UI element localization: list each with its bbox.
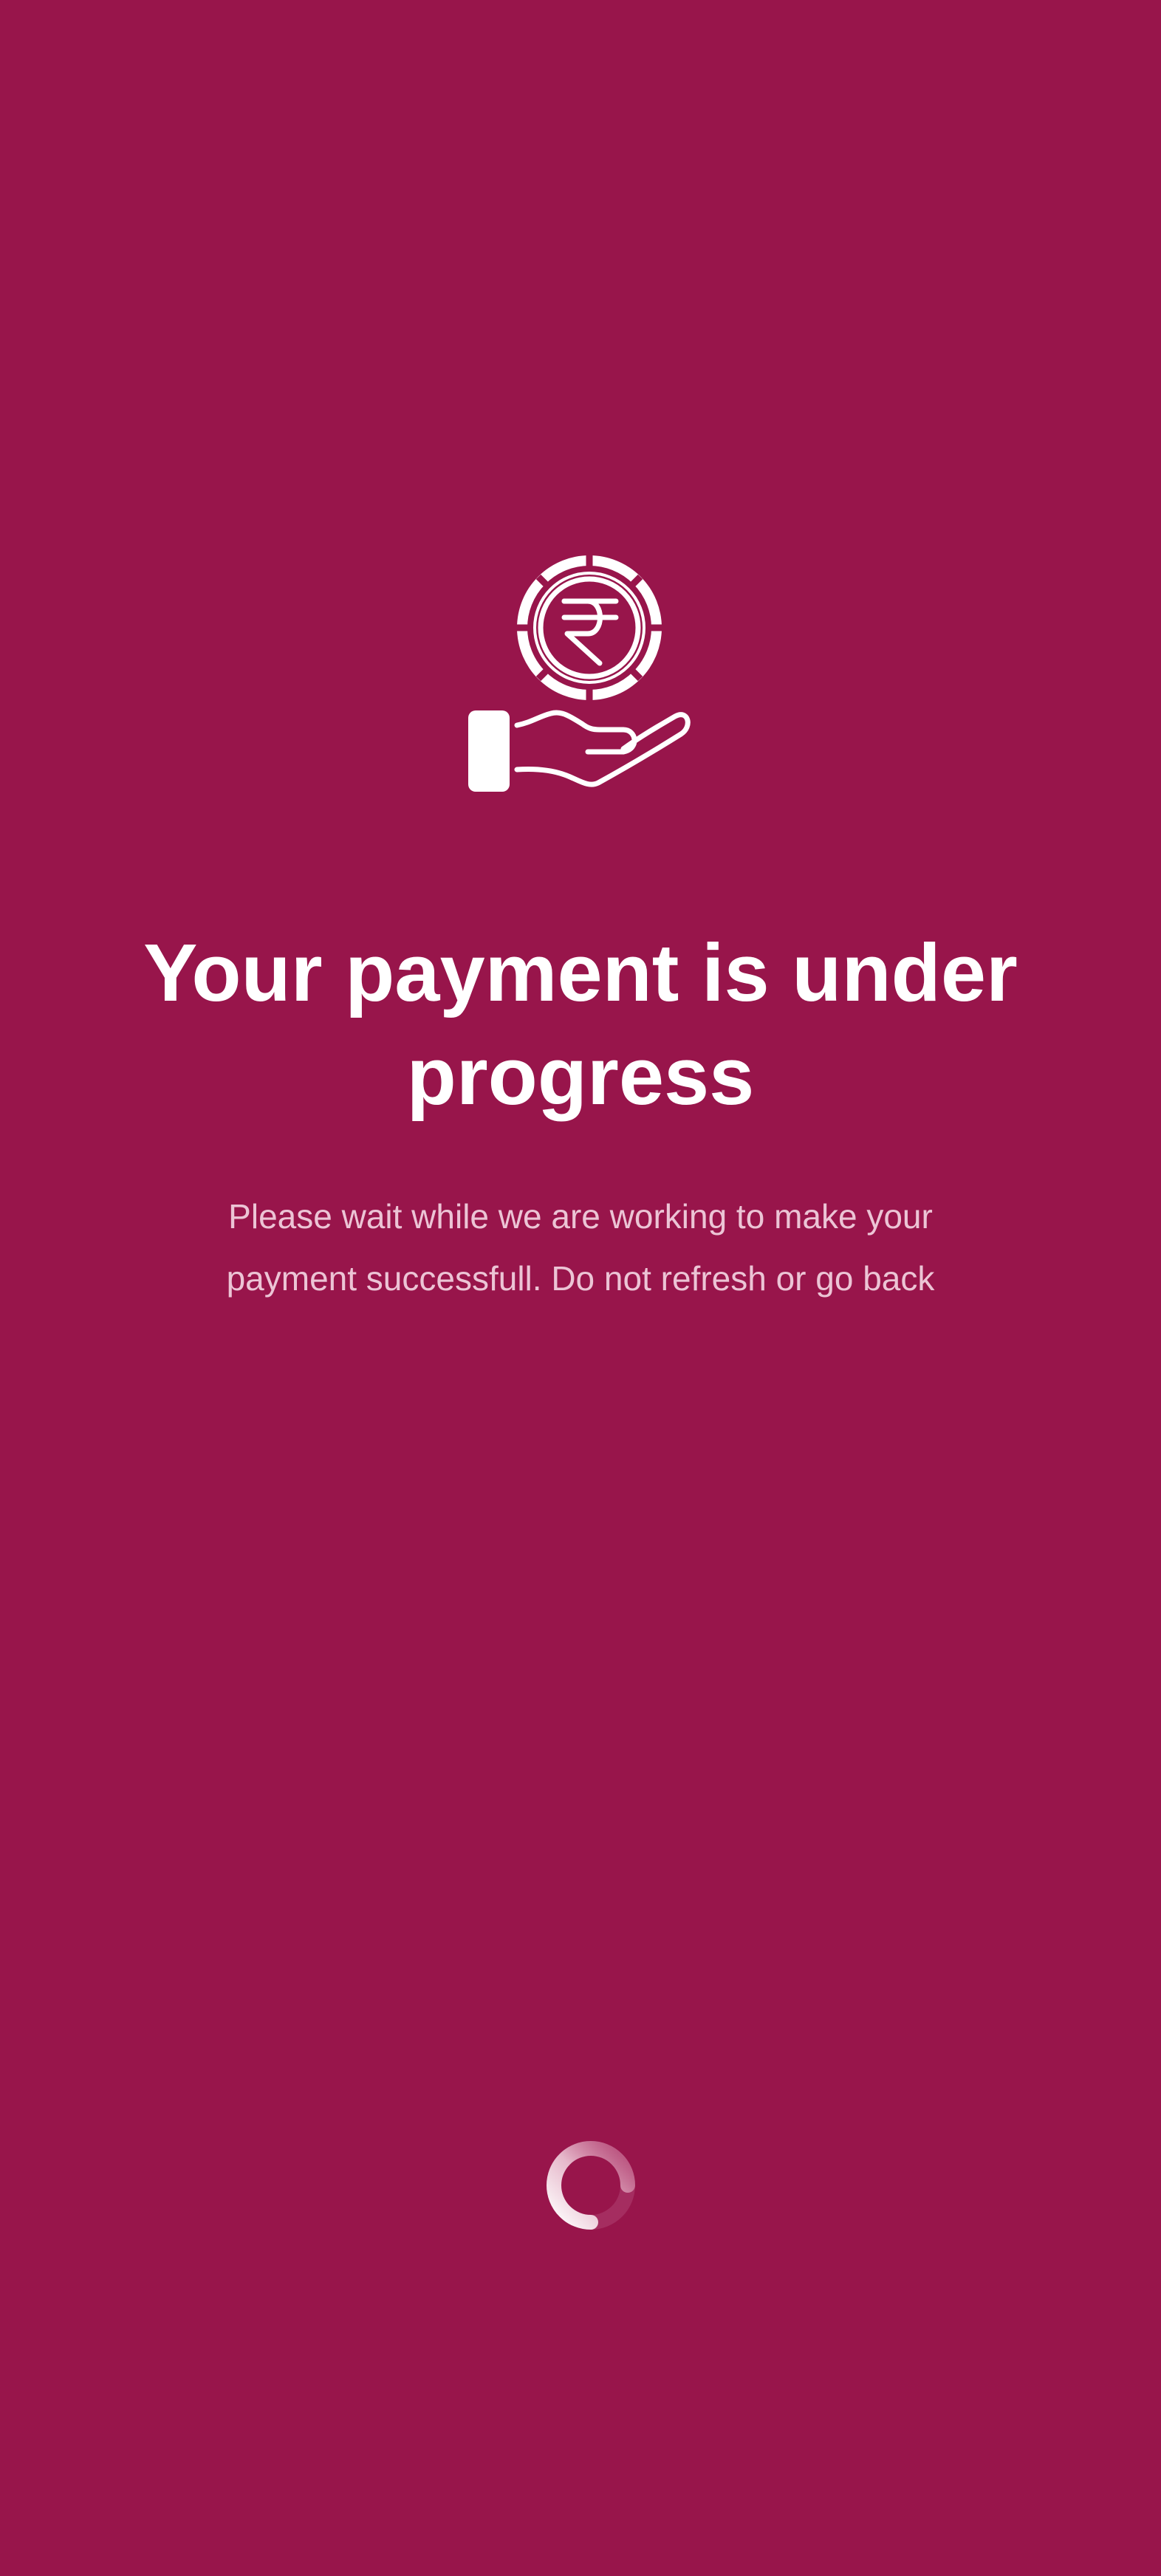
payment-status-message: Please wait while we are working to make…	[226, 1197, 935, 1298]
payment-status-title: Your payment is under progress	[143, 928, 1018, 1122]
loading-spinner-graphic	[547, 2141, 635, 2230]
hand-holding-rupee-coin-icon	[465, 555, 694, 793]
hand-holding-rupee-coin-graphic	[468, 555, 691, 792]
loading-spinner-icon	[545, 2140, 637, 2231]
payment-progress-screen: Your payment is under progress Please wa…	[0, 0, 1161, 2576]
